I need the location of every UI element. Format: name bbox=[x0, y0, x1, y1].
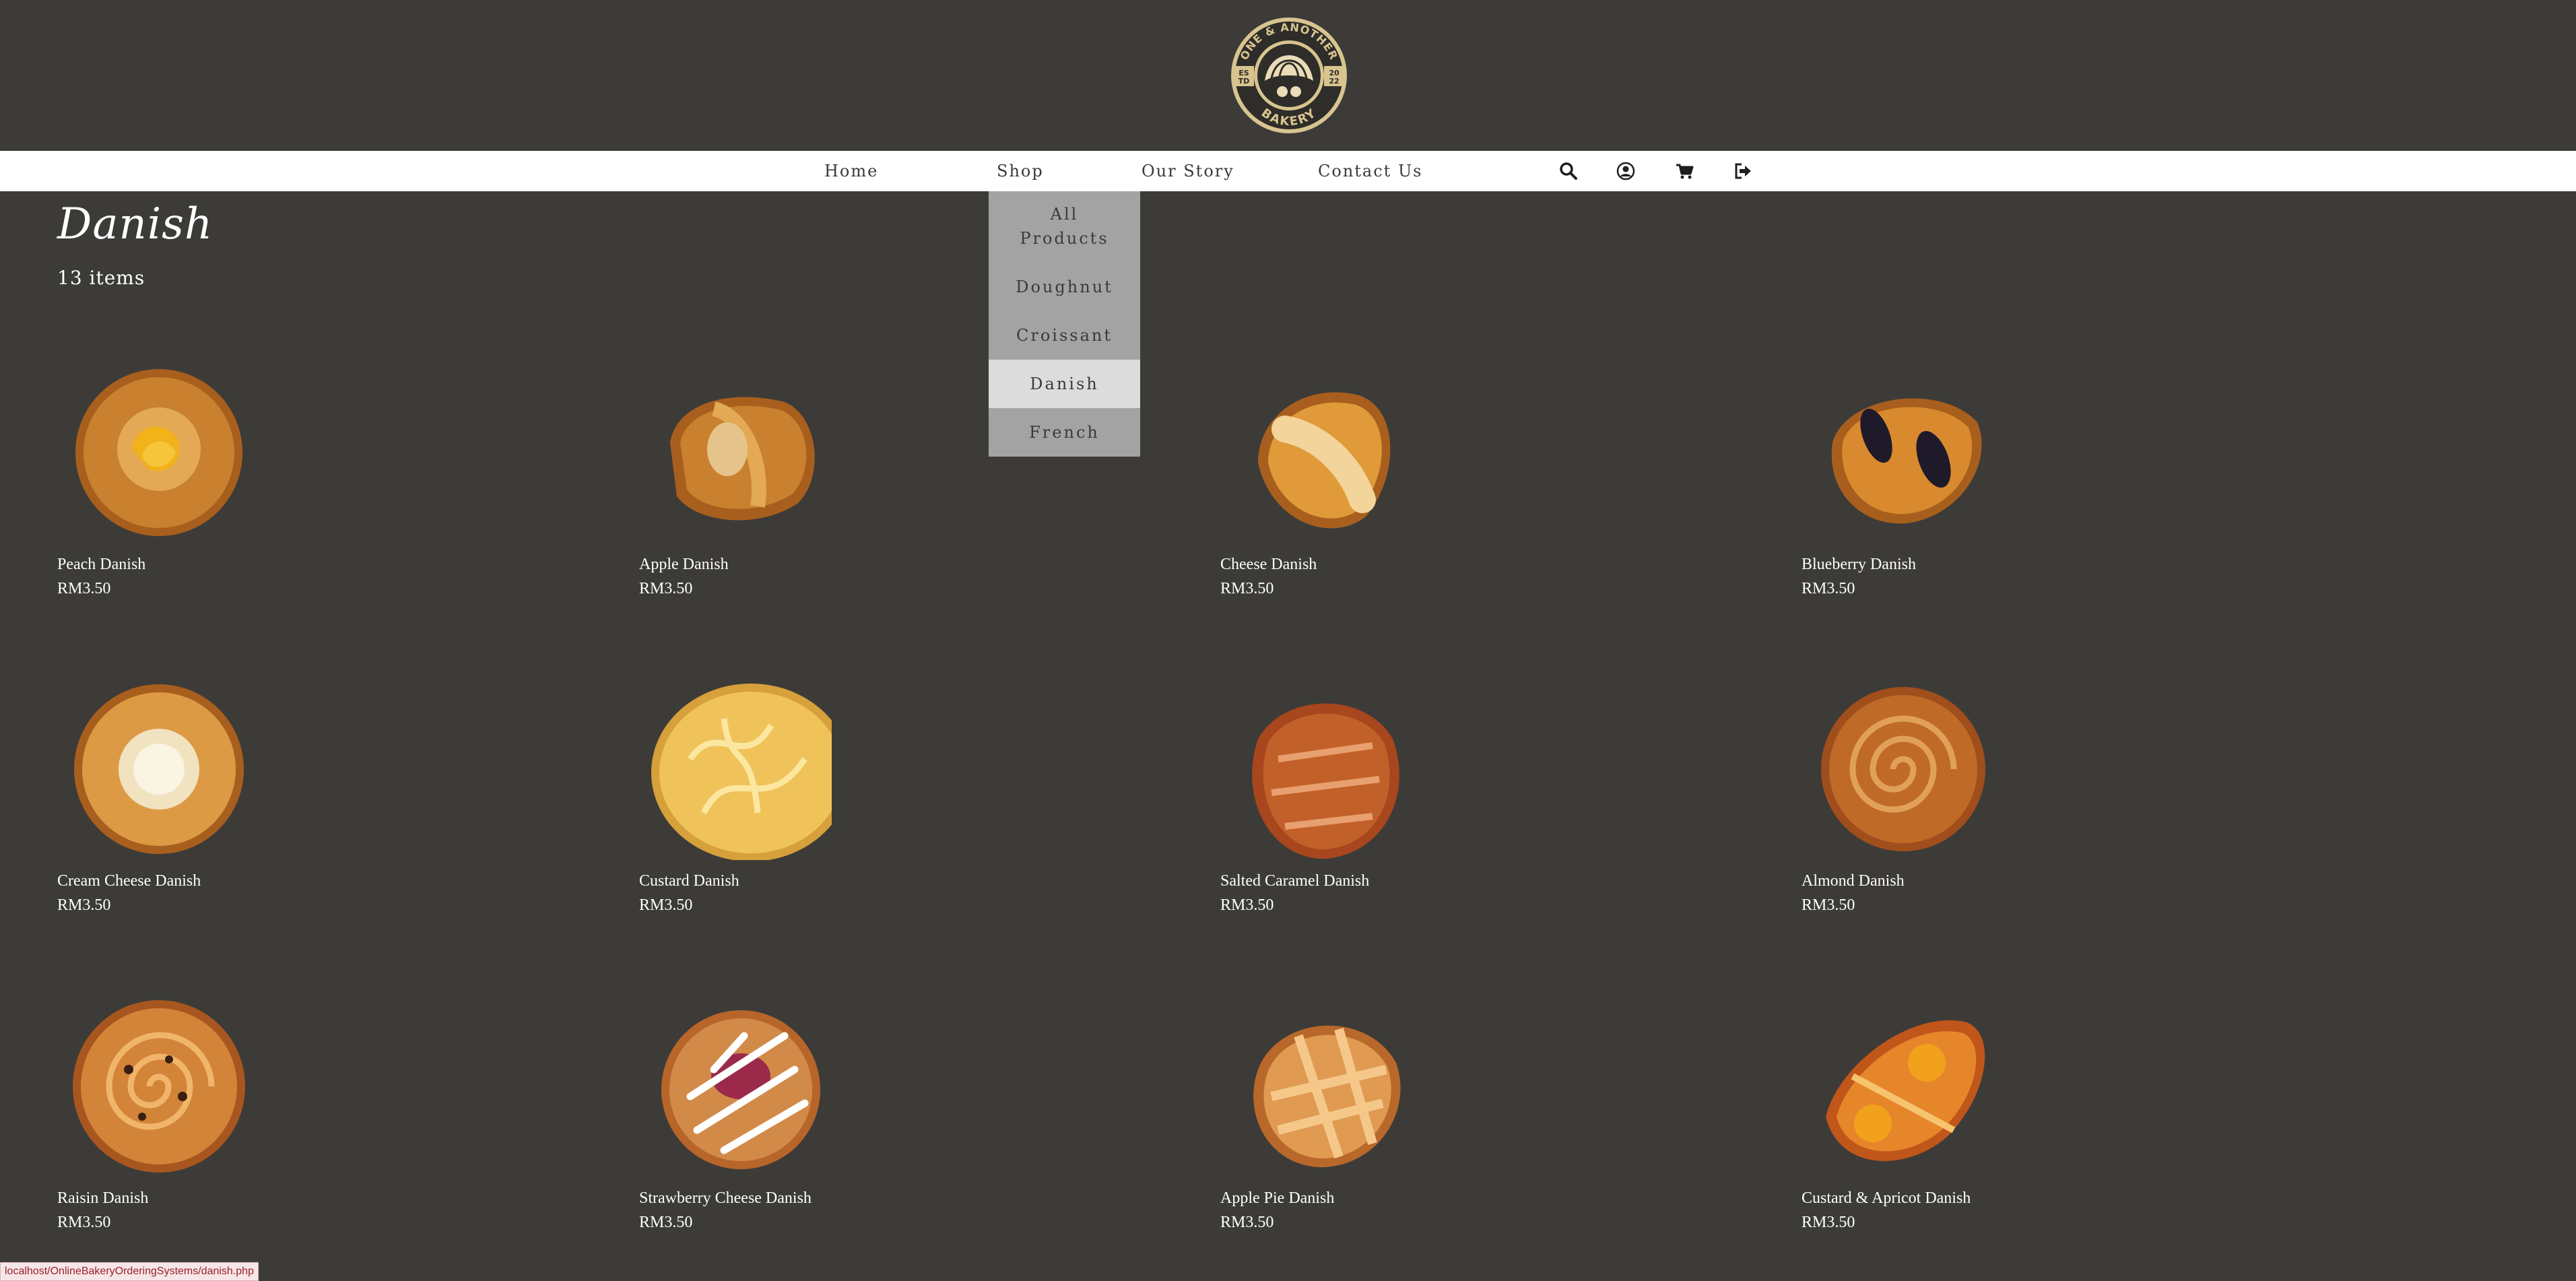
product-image[interactable] bbox=[1231, 362, 1413, 544]
product-name[interactable]: Custard & Apricot Danish bbox=[1802, 1189, 1971, 1208]
svg-text:TD: TD bbox=[1239, 77, 1250, 86]
product-price: RM3.50 bbox=[1802, 580, 1855, 597]
product-card[interactable]: Cream Cheese Danish RM3.50 bbox=[57, 678, 461, 961]
item-count: 13 items bbox=[57, 267, 145, 289]
bakery-logo[interactable]: ONE & ANOTHER BAKERY ES TD 20 22 bbox=[1220, 16, 1358, 135]
product-image[interactable] bbox=[68, 995, 250, 1177]
product-price: RM3.50 bbox=[639, 896, 693, 914]
nav-shop-link[interactable]: Shop bbox=[997, 151, 1044, 191]
menu-item-all-products[interactable]: All Products bbox=[989, 191, 1140, 263]
product-image[interactable] bbox=[650, 678, 851, 861]
product-image[interactable] bbox=[1812, 362, 1994, 544]
svg-text:22: 22 bbox=[1329, 77, 1339, 86]
product-card[interactable]: Almond Danish RM3.50 bbox=[1802, 678, 2206, 961]
product-name[interactable]: Cream Cheese Danish bbox=[57, 872, 201, 890]
product-name[interactable]: Salted Caramel Danish bbox=[1220, 872, 1369, 890]
product-card[interactable]: Custard Danish RM3.50 bbox=[639, 678, 1043, 961]
product-image[interactable] bbox=[1812, 995, 1994, 1177]
product-price: RM3.50 bbox=[57, 580, 111, 597]
product-price: RM3.50 bbox=[1802, 1214, 1855, 1231]
site-header: ONE & ANOTHER BAKERY ES TD 20 22 bbox=[0, 0, 2576, 151]
account-icon[interactable] bbox=[1616, 162, 1635, 180]
nav-contact-link[interactable]: Contact Us bbox=[1318, 151, 1422, 191]
product-name[interactable]: Strawberry Cheese Danish bbox=[639, 1189, 812, 1208]
product-image[interactable] bbox=[1231, 995, 1413, 1177]
product-card[interactable]: Peach Danish RM3.50 bbox=[57, 362, 461, 645]
menu-item-croissant[interactable]: Croissant bbox=[989, 311, 1140, 360]
product-price: RM3.50 bbox=[1802, 896, 1855, 914]
product-name[interactable]: Cheese Danish bbox=[1220, 556, 1317, 574]
product-price: RM3.50 bbox=[1220, 580, 1274, 597]
product-grid: Peach Danish RM3.50 Apple Danish RM3.50 Chee… bbox=[0, 0, 2576, 1280]
product-card[interactable]: Raisin Danish RM3.50 bbox=[57, 995, 461, 1278]
page-title: Danish bbox=[57, 199, 213, 249]
product-name[interactable]: Custard Danish bbox=[639, 872, 739, 890]
product-name[interactable]: Apple Danish bbox=[639, 556, 729, 574]
product-image[interactable] bbox=[68, 678, 250, 860]
search-icon[interactable] bbox=[1559, 162, 1578, 180]
product-name[interactable]: Peach Danish bbox=[57, 556, 145, 574]
product-price: RM3.50 bbox=[639, 580, 693, 597]
product-price: RM3.50 bbox=[57, 1214, 111, 1231]
menu-item-doughnut[interactable]: Doughnut bbox=[989, 263, 1140, 311]
product-price: RM3.50 bbox=[1220, 1214, 1274, 1231]
cart-icon[interactable] bbox=[1675, 162, 1694, 180]
product-image[interactable] bbox=[1231, 678, 1413, 860]
product-image[interactable] bbox=[1812, 678, 1994, 860]
nav-our-story-link[interactable]: Our Story bbox=[1142, 151, 1234, 191]
product-name[interactable]: Raisin Danish bbox=[57, 1189, 148, 1208]
product-card[interactable]: Apple Danish RM3.50 bbox=[639, 362, 1043, 645]
product-name[interactable]: Blueberry Danish bbox=[1802, 556, 1916, 574]
product-name[interactable]: Apple Pie Danish bbox=[1220, 1189, 1334, 1208]
nav-home-link[interactable]: Home bbox=[824, 151, 878, 191]
product-price: RM3.50 bbox=[639, 1214, 693, 1231]
product-card[interactable]: Custard & Apricot Danish RM3.50 bbox=[1802, 995, 2206, 1278]
product-card[interactable]: Strawberry Cheese Danish RM3.50 bbox=[639, 995, 1043, 1278]
product-card[interactable]: Cheese Danish RM3.50 bbox=[1220, 362, 1624, 645]
product-name[interactable]: Almond Danish bbox=[1802, 872, 1905, 890]
product-price: RM3.50 bbox=[57, 896, 111, 914]
product-card[interactable]: Salted Caramel Danish RM3.50 bbox=[1220, 678, 1624, 961]
status-bar-url: localhost/OnlineBakeryOrderingSystems/da… bbox=[0, 1262, 259, 1281]
product-card[interactable]: Apple Pie Danish RM3.50 bbox=[1220, 995, 1624, 1278]
product-price: RM3.50 bbox=[1220, 896, 1274, 914]
logout-icon[interactable] bbox=[1733, 162, 1752, 180]
product-image[interactable] bbox=[650, 362, 832, 544]
product-image[interactable] bbox=[650, 995, 832, 1177]
product-image[interactable] bbox=[68, 362, 250, 544]
main-navbar: Home Shop Our Story Contact Us bbox=[0, 151, 2576, 191]
product-card[interactable]: Blueberry Danish RM3.50 bbox=[1802, 362, 2206, 645]
